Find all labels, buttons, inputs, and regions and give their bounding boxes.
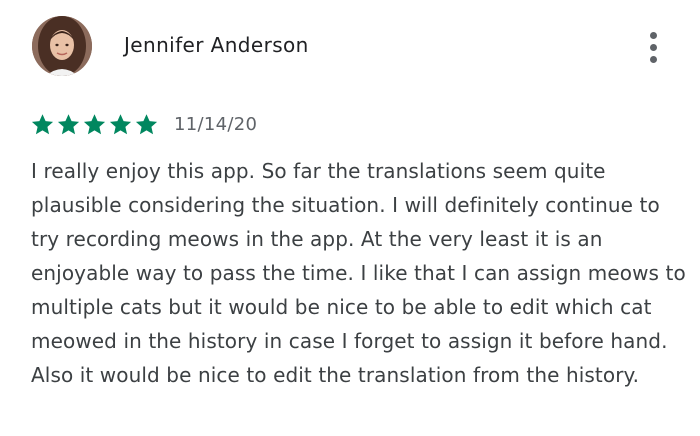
avatar-image <box>32 16 92 76</box>
more-vert-icon <box>649 31 657 39</box>
rating-row: 11/14/20 <box>30 109 257 139</box>
avatar[interactable] <box>32 16 92 76</box>
review-card: Jennifer Anderson 11/14/20 I really enjo… <box>0 0 700 436</box>
more-vert-icon-dot <box>649 43 657 51</box>
star-icon <box>83 113 106 134</box>
review-text: I really enjoy this app. So far the tran… <box>31 159 686 387</box>
more-options-button[interactable] <box>636 28 670 66</box>
star-icon <box>135 113 158 134</box>
star-icon <box>31 113 54 134</box>
more-vert-icon-dot <box>649 55 657 63</box>
star-rating <box>30 112 159 137</box>
star-icon <box>57 113 80 134</box>
reviewer-name: Jennifer Anderson <box>124 33 309 57</box>
review-date: 11/14/20 <box>174 113 258 135</box>
star-icon <box>109 113 132 134</box>
